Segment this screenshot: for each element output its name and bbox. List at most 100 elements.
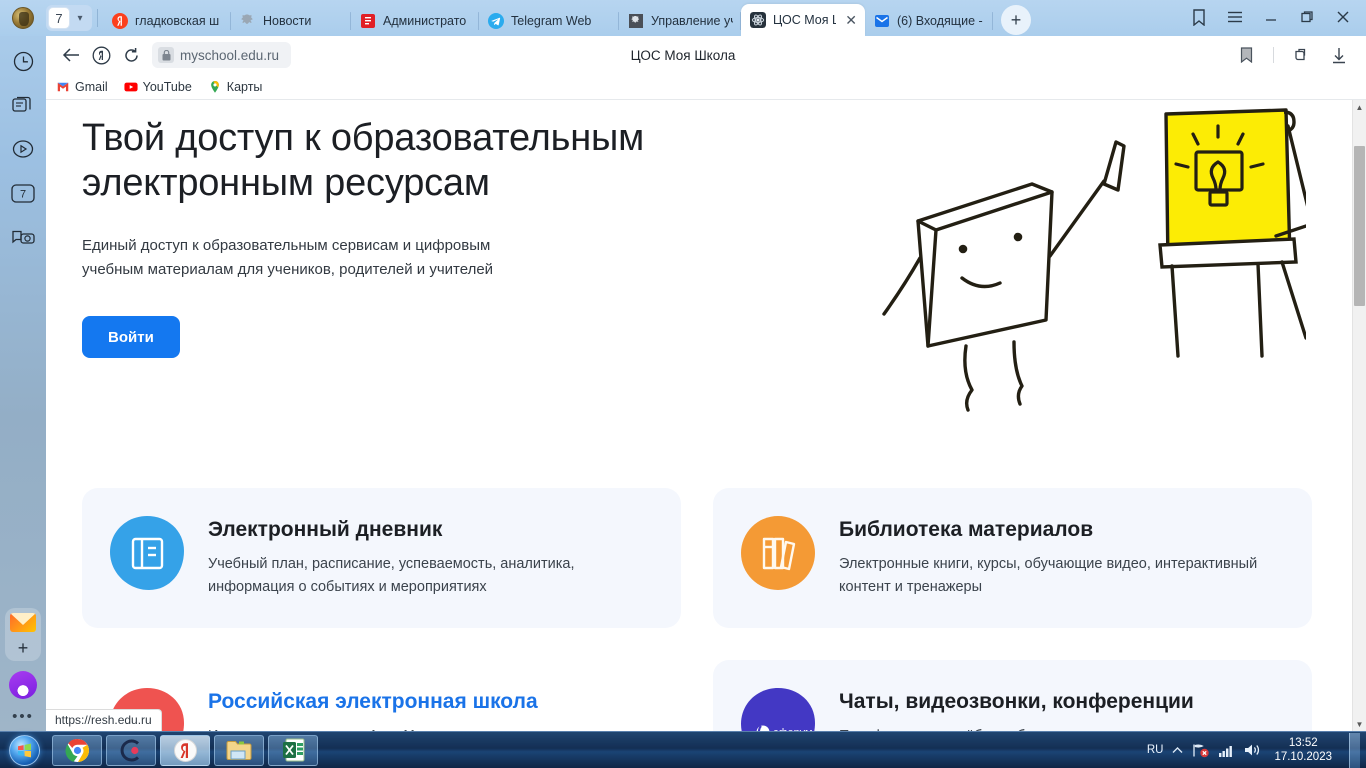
login-button[interactable]: Войти [82, 316, 180, 359]
rail-mail-group: + [5, 608, 41, 661]
bookmark-icon[interactable] [1182, 4, 1216, 30]
download-icon[interactable] [1328, 44, 1350, 66]
network-error-icon[interactable] [1192, 743, 1210, 758]
start-button[interactable] [0, 733, 48, 768]
alice-assistant-icon[interactable] [9, 671, 37, 699]
back-button[interactable] [56, 40, 86, 70]
tab-telegram[interactable]: Telegram Web [479, 6, 619, 36]
yandex-icon [112, 13, 128, 29]
card-electronic-diary[interactable]: Электронный дневник Учебный план, распис… [82, 488, 681, 628]
telegram-icon [488, 13, 504, 29]
browser-side-rail: 7 + ••• [0, 36, 46, 731]
page-viewport: Твой доступ к образовательным электронны… [46, 100, 1366, 731]
gerb-icon [241, 14, 253, 24]
status-url-bubble: https://resh.edu.ru [46, 709, 162, 731]
bookmark-label: YouTube [142, 79, 192, 94]
folder-icon [226, 741, 252, 760]
clock-time: 13:52 [1288, 736, 1318, 749]
hero-section: Твой доступ к образовательным электронны… [82, 108, 1315, 426]
lock-icon [158, 47, 174, 63]
bookmark-youtube[interactable]: YouTube [124, 80, 192, 94]
bookmarks-bar: Gmail YouTube Карты [0, 74, 1366, 100]
scrollbar-thumb[interactable] [1354, 146, 1365, 306]
bookmark-maps[interactable]: Карты [208, 79, 263, 94]
yandex-home-icon[interactable] [86, 40, 116, 70]
tab-list: гладковская ш Новости Администрато Teleg… [103, 4, 1172, 36]
card-body: Электронный дневник Учебный план, распис… [208, 514, 657, 600]
volume-icon[interactable] [1244, 743, 1261, 757]
address-bar-row: myschool.edu.ru ЦОС Моя Школа [0, 36, 1366, 74]
taskbar-chrome[interactable] [52, 734, 102, 766]
windows-logo-icon [8, 734, 40, 766]
youtube-icon [124, 82, 138, 91]
counter-7-icon[interactable]: 7 [6, 176, 40, 210]
bookmark-gmail[interactable]: Gmail [56, 80, 108, 94]
divider [97, 9, 98, 27]
add-service-button[interactable]: + [18, 638, 29, 659]
card-body: Чаты, видеозвонки, конференции Платформа… [839, 686, 1194, 731]
bookmark-label: Gmail [75, 79, 108, 94]
chevron-down-icon[interactable]: ▾ [70, 13, 90, 24]
close-icon[interactable]: ✕ [845, 13, 857, 27]
show-hidden-icons-icon[interactable] [1172, 746, 1183, 755]
scroll-down-icon[interactable]: ▼ [1353, 717, 1366, 731]
card-title: Чаты, видеозвонки, конференции [839, 690, 1194, 713]
tab-counter[interactable]: 7 ▾ [46, 5, 92, 31]
maximize-button[interactable] [1290, 4, 1324, 30]
taskbar-clock[interactable]: 13:52 17.10.2023 [1270, 736, 1336, 765]
window-controls [1172, 4, 1366, 36]
bookmark-filled-icon[interactable] [1235, 44, 1257, 66]
card-title: Электронный дневник [208, 518, 443, 541]
maps-pin-icon [210, 80, 219, 93]
mail-icon[interactable] [10, 613, 36, 632]
card-sferum[interactable]: сферум Чаты, видеозвонки, конференции Пл… [713, 660, 1312, 731]
tab-gladkovskaya[interactable]: гладковская ш [103, 6, 231, 36]
tab-strip: 7 ▾ гладковская ш Новости Администрато T… [0, 0, 1366, 36]
tab-administrator[interactable]: Администрато [351, 6, 479, 36]
language-indicator[interactable]: RU [1147, 744, 1164, 756]
mail-blue-icon [875, 15, 889, 27]
taskbar-yandex-browser[interactable] [160, 734, 210, 766]
hero-illustration [866, 106, 1315, 436]
document-red-icon [361, 14, 375, 28]
tab-novosti[interactable]: Новости [231, 6, 351, 36]
vertical-scrollbar[interactable]: ▲ ▼ [1352, 100, 1366, 731]
video-play-icon[interactable] [6, 132, 40, 166]
tab-upravlenie[interactable]: Управление уч [619, 6, 741, 36]
taskbar-file-explorer[interactable] [214, 734, 264, 766]
menu-icon[interactable] [1218, 4, 1252, 30]
card-body: Библиотека материалов Электронные книги,… [839, 514, 1288, 600]
browser-emblem [0, 0, 46, 36]
card-library[interactable]: Библиотека материалов Электронные книги,… [713, 488, 1312, 628]
show-desktop-button[interactable] [1349, 732, 1360, 768]
tabs-icon[interactable] [6, 88, 40, 122]
tab-vhodyashie[interactable]: (6) Входящие - [865, 6, 993, 36]
minimize-button[interactable] [1254, 4, 1288, 30]
scroll-up-icon[interactable]: ▲ [1353, 100, 1366, 114]
hero-title: Твой доступ к образовательным электронны… [82, 117, 645, 204]
address-field[interactable]: myschool.edu.ru [152, 42, 292, 68]
card-resh[interactable]: Российская электронная школа Интерактивн… [82, 660, 681, 731]
more-options-icon[interactable]: ••• [12, 708, 34, 725]
tab-label: (6) Входящие - [897, 14, 983, 28]
screenshot-icon[interactable] [6, 220, 40, 254]
screen: 7 ▾ гладковская ш Новости Администрато T… [0, 0, 1366, 768]
bookmark-label: Карты [226, 79, 263, 94]
taskbar-chromium-c[interactable] [106, 734, 156, 766]
reload-button[interactable] [116, 40, 146, 70]
service-cards: Электронный дневник Учебный план, распис… [82, 488, 1312, 731]
signal-icon[interactable] [1219, 744, 1235, 757]
yandex-browser-icon [173, 738, 197, 762]
address-text: myschool.edu.ru [180, 47, 280, 63]
tab-counter-value: 7 [48, 7, 70, 29]
close-button[interactable] [1326, 4, 1360, 30]
clock-icon[interactable] [6, 44, 40, 78]
address-bar-actions [1235, 44, 1356, 66]
taskbar-excel[interactable] [268, 734, 318, 766]
extensions-icon[interactable] [1290, 44, 1312, 66]
tab-cos-moya-shkola[interactable]: ЦОС Моя Ш ✕ [741, 4, 865, 36]
card-title-link[interactable]: Российская электронная школа [208, 690, 538, 714]
new-tab-button[interactable]: + [1001, 5, 1031, 35]
browser-window: 7 ▾ гладковская ш Новости Администрато T… [0, 0, 1366, 731]
tab-label: гладковская ш [135, 14, 220, 28]
